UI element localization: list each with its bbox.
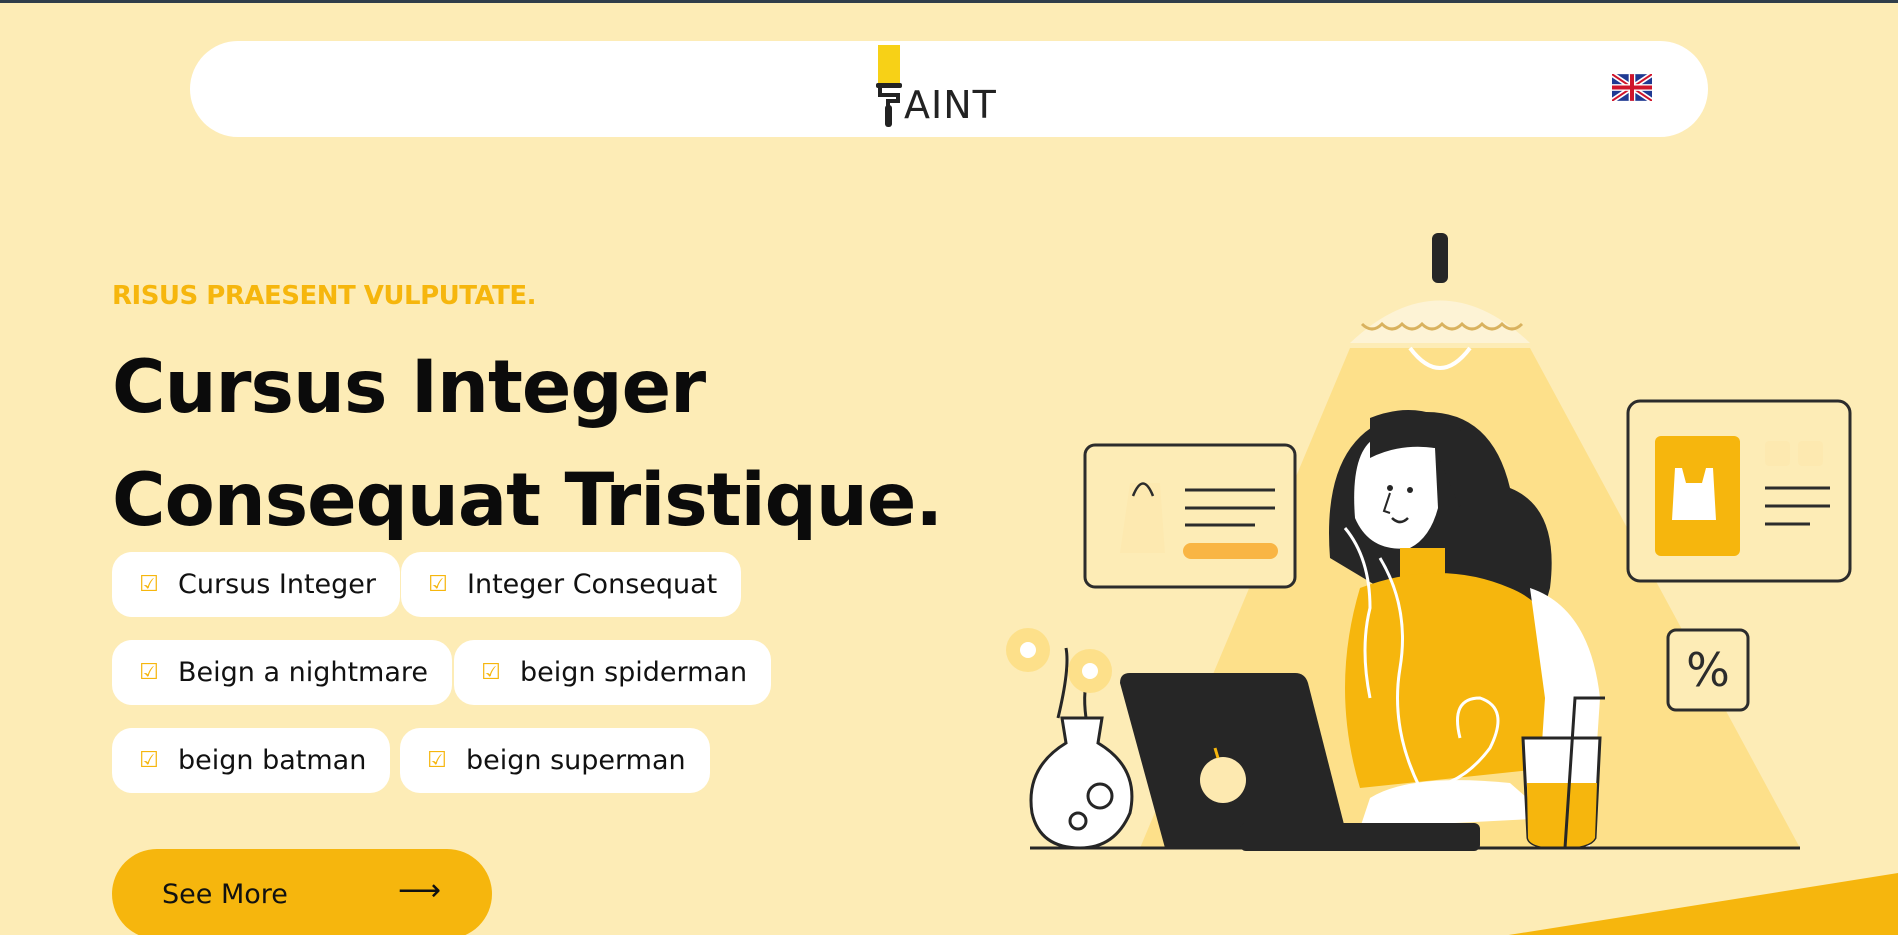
feature-tag: ☑ beign batman bbox=[112, 728, 391, 793]
hero-eyebrow: RISUS PRAESENT VULPUTATE. bbox=[112, 281, 536, 311]
feature-tag: ☑ Beign a nightmare bbox=[112, 640, 453, 705]
percent-badge-icon: % bbox=[1666, 628, 1750, 712]
uk-flag-icon[interactable] bbox=[1612, 74, 1652, 101]
checkbox-check-icon: ☑ bbox=[139, 660, 159, 685]
arrow-right-icon: ⟶ bbox=[398, 873, 442, 908]
checkbox-check-icon: ☑ bbox=[428, 572, 448, 597]
hero-headline: Cursus Integer Consequat Tristique. bbox=[112, 331, 1012, 557]
logo-text: AINT bbox=[904, 83, 997, 127]
checkbox-check-icon: ☑ bbox=[481, 660, 501, 685]
shopping-card-icon bbox=[1083, 443, 1297, 589]
feature-tag-label: beign spiderman bbox=[520, 657, 748, 688]
headline-line-1: Cursus Integer bbox=[112, 345, 706, 430]
navbar: AINT bbox=[190, 41, 1708, 137]
feature-tag: ☑ Integer Consequat bbox=[401, 552, 742, 617]
svg-text:%: % bbox=[1686, 643, 1730, 697]
see-more-button[interactable]: See More ⟶ bbox=[112, 849, 492, 935]
checkbox-check-icon: ☑ bbox=[139, 748, 159, 773]
feature-tag: ☑ beign spiderman bbox=[454, 640, 772, 705]
lamp-cord-icon bbox=[1432, 233, 1448, 283]
see-more-label: See More bbox=[162, 878, 288, 910]
product-card-icon bbox=[1626, 399, 1852, 583]
headline-line-2: Consequat Tristique. bbox=[112, 458, 943, 543]
feature-tag: ☑ Cursus Integer bbox=[112, 552, 401, 617]
feature-tag-label: beign superman bbox=[466, 745, 686, 776]
feature-tag-label: Beign a nightmare bbox=[178, 657, 429, 688]
feature-tag-label: Integer Consequat bbox=[467, 569, 718, 600]
logo-group[interactable]: AINT bbox=[868, 45, 1028, 131]
feature-tag-label: beign batman bbox=[178, 745, 367, 776]
feature-tag-label: Cursus Integer bbox=[178, 569, 377, 600]
feature-tag: ☑ beign superman bbox=[400, 728, 710, 793]
decorative-corner-shape bbox=[1508, 873, 1898, 935]
checkbox-check-icon: ☑ bbox=[427, 748, 447, 773]
lamp-shade-icon bbox=[1350, 300, 1530, 343]
flower-vase-icon bbox=[1006, 628, 1134, 850]
woman-working-on-laptop-illustration: % bbox=[1006, 233, 1852, 851]
checkbox-check-icon: ☑ bbox=[139, 572, 159, 597]
